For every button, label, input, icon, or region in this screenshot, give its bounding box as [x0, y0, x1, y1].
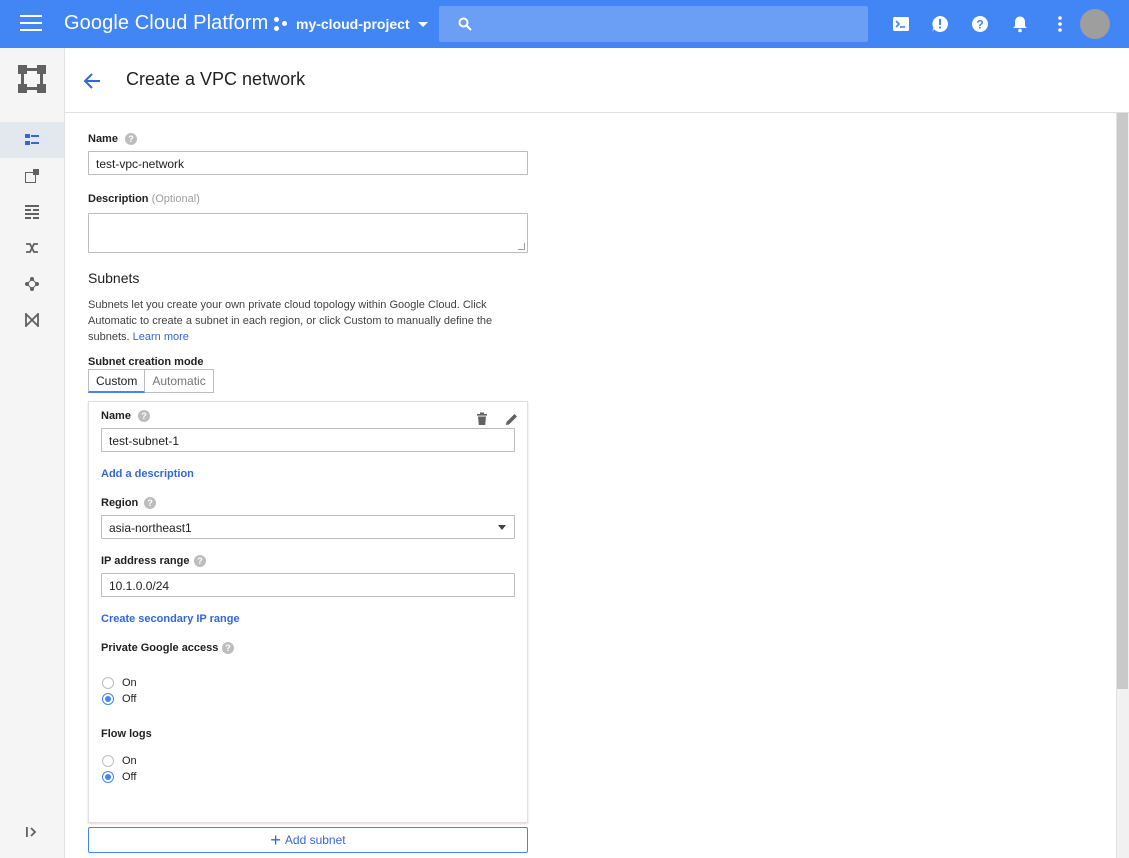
- subnets-desc-line-3-text: subnets.: [88, 331, 130, 343]
- routes-icon: [26, 243, 38, 253]
- project-icon: [274, 16, 290, 32]
- private-access-on-label: On: [122, 677, 137, 689]
- subnets-desc-line-2: Automatic to create a subnet in each reg…: [88, 315, 493, 327]
- flow-logs-off-label: Off: [122, 771, 137, 783]
- chevron-down-icon: [417, 21, 428, 27]
- description-textarea[interactable]: [88, 213, 528, 253]
- subnet-name-help-icon[interactable]: ?: [138, 410, 150, 422]
- more-vert-icon[interactable]: [1050, 14, 1070, 34]
- radio-checked-icon: [102, 771, 114, 783]
- subnets-title: Subnets: [88, 270, 140, 286]
- region-help-icon[interactable]: ?: [144, 497, 156, 509]
- create-secondary-range-link[interactable]: Create secondary IP range: [101, 613, 240, 625]
- subnet-mode-toggle: Custom Automatic: [88, 369, 214, 393]
- feedback-icon[interactable]: [930, 14, 950, 34]
- learn-more-link[interactable]: Learn more: [133, 331, 189, 343]
- subnet-name-input[interactable]: test-subnet-1: [101, 428, 515, 452]
- top-bar: Google Cloud Platform my-cloud-project ?: [0, 0, 1129, 48]
- edit-icon[interactable]: [505, 412, 519, 426]
- description-optional: (Optional): [151, 193, 200, 205]
- notifications-icon[interactable]: [1010, 14, 1030, 34]
- mode-custom-button[interactable]: Custom: [88, 369, 146, 393]
- svg-text:?: ?: [976, 18, 983, 32]
- private-access-help-icon[interactable]: ?: [222, 642, 234, 654]
- description-label: Description (Optional): [88, 193, 200, 205]
- delete-icon[interactable]: [475, 412, 489, 426]
- plus-icon: +: [270, 830, 281, 850]
- flow-logs-label: Flow logs: [101, 728, 152, 740]
- avatar[interactable]: [1080, 9, 1110, 39]
- subnet-name-label: Name: [101, 410, 131, 422]
- dropdown-arrow-icon: [498, 525, 506, 530]
- nav-item-peering[interactable]: [0, 266, 64, 302]
- flow-logs-on-radio[interactable]: On: [102, 753, 137, 769]
- vpc-network-logo-icon[interactable]: [17, 64, 47, 94]
- search-input[interactable]: [439, 6, 868, 42]
- project-selector[interactable]: my-cloud-project: [274, 14, 428, 34]
- ip-range-help-icon[interactable]: ?: [194, 555, 206, 567]
- nav-item-vpc-networks[interactable]: [0, 122, 64, 158]
- region-label: Region: [101, 497, 139, 509]
- peering-icon: [25, 277, 39, 291]
- region-select[interactable]: asia-northeast1: [101, 515, 515, 539]
- vpc-networks-icon: [25, 134, 39, 145]
- ip-range-input[interactable]: 10.1.0.0/24: [101, 573, 515, 597]
- flow-logs-off-radio[interactable]: Off: [102, 769, 136, 785]
- nav-item-firewall[interactable]: [0, 194, 64, 230]
- region-select-value: asia-northeast1: [109, 521, 192, 535]
- back-arrow-icon[interactable]: [81, 70, 103, 92]
- name-label: Name: [88, 133, 118, 145]
- project-name: my-cloud-project: [296, 16, 410, 32]
- scrollbar-thumb[interactable]: [1117, 113, 1128, 689]
- resize-handle-icon[interactable]: [518, 243, 525, 250]
- name-help-icon[interactable]: ?: [125, 133, 137, 145]
- brand-title[interactable]: Google Cloud Platform: [64, 12, 268, 35]
- subnets-desc-line-3: subnets. Learn more: [88, 329, 528, 345]
- nav-item-external-ip[interactable]: [0, 158, 64, 194]
- radio-checked-icon: [102, 693, 114, 705]
- private-access-off-label: Off: [122, 693, 137, 705]
- nav-item-shared-vpc[interactable]: [0, 302, 64, 338]
- shared-vpc-icon: [25, 313, 39, 327]
- add-description-link[interactable]: Add a description: [101, 468, 194, 480]
- subnet-mode-label: Subnet creation mode: [88, 356, 204, 368]
- add-subnet-label: Add subnet: [284, 833, 346, 847]
- subnets-desc-line-1: Subnets let you create your own private …: [88, 299, 487, 311]
- expand-nav-icon[interactable]: [24, 824, 40, 840]
- firewall-icon: [25, 205, 39, 219]
- ip-range-label: IP address range: [101, 555, 190, 567]
- private-access-off-radio[interactable]: Off: [102, 691, 136, 707]
- radio-unchecked-icon: [102, 755, 114, 767]
- mode-automatic-button[interactable]: Automatic: [145, 369, 214, 393]
- nav-item-routes[interactable]: [0, 230, 64, 266]
- subnets-description: Subnets let you create your own private …: [88, 297, 528, 345]
- page-header: Create a VPC network: [65, 48, 1129, 113]
- description-label-text: Description: [88, 193, 149, 205]
- subnet-card: [88, 401, 528, 823]
- network-name-input[interactable]: test-vpc-network: [88, 151, 528, 175]
- flow-logs-on-label: On: [122, 755, 137, 767]
- menu-icon[interactable]: [20, 15, 42, 33]
- left-nav: [0, 48, 65, 858]
- private-access-label: Private Google access: [101, 642, 219, 654]
- cloud-shell-icon[interactable]: [891, 14, 911, 34]
- page-title: Create a VPC network: [126, 69, 306, 89]
- external-ip-icon: [25, 169, 39, 183]
- radio-unchecked-icon: [102, 677, 114, 689]
- add-subnet-button[interactable]: + Add subnet: [88, 827, 528, 853]
- search-icon: [458, 17, 472, 31]
- help-icon[interactable]: ?: [970, 14, 990, 34]
- private-access-on-radio[interactable]: On: [102, 675, 137, 691]
